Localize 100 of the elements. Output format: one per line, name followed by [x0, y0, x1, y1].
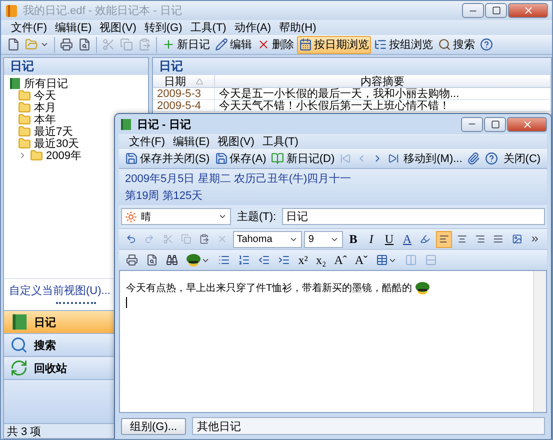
undo-icon: [126, 233, 136, 245]
menu-item[interactable]: 工具(T): [262, 134, 298, 149]
group-field[interactable]: 其他日记: [192, 417, 545, 435]
folder-icon: [18, 88, 31, 102]
script-button[interactable]: x₂: [313, 252, 330, 268]
font-size-button[interactable]: Aˇ: [352, 252, 371, 268]
column-header[interactable]: 日期: [153, 75, 215, 87]
file-icon: [7, 38, 20, 51]
close-icon: [522, 118, 532, 130]
folder-icon: [18, 112, 31, 126]
preview-icon: [78, 38, 91, 51]
tree-item[interactable]: 最近7天: [34, 124, 74, 138]
menu-item[interactable]: 编辑(E): [55, 20, 92, 35]
rows-icon: [424, 254, 437, 266]
paperclip-icon: [467, 152, 480, 165]
printer-icon: [126, 254, 138, 266]
date-text: 2009年5月5日 星期二 农历己丑年(牛)四月十一: [125, 172, 352, 186]
last-icon: [388, 153, 399, 164]
book-icon: [119, 118, 132, 130]
script-button[interactable]: x²: [295, 252, 311, 268]
first-icon: [340, 153, 351, 164]
help-button[interactable]: [483, 150, 500, 168]
format-button[interactable]: B: [345, 230, 362, 248]
font-select[interactable]: Tahoma: [232, 230, 302, 248]
toolbar-button[interactable]: 删除: [255, 36, 296, 54]
printer-icon: [60, 38, 73, 51]
maximize-button[interactable]: [485, 3, 507, 18]
close-icon: [257, 38, 270, 51]
format-button[interactable]: I: [363, 230, 380, 248]
toolbar-button[interactable]: 新日记: [160, 36, 212, 54]
font-color-button[interactable]: A: [399, 230, 416, 248]
font-size-button[interactable]: Aˆ: [331, 252, 350, 268]
folder-icon: [25, 38, 38, 51]
week-text: 第19周 第125天: [125, 189, 204, 203]
tree-item[interactable]: 最近30天: [34, 136, 80, 150]
print-button[interactable]: [58, 36, 75, 54]
expand-icon[interactable]: [18, 150, 27, 160]
format-button[interactable]: U: [381, 230, 398, 248]
tree-item[interactable]: 所有日记: [24, 76, 68, 90]
attach-button[interactable]: [465, 150, 482, 168]
pane-title: 日记: [159, 58, 183, 75]
menu-item[interactable]: 文件(F): [129, 134, 166, 149]
pencil-icon: [215, 38, 228, 51]
caret-icon: [40, 40, 49, 49]
save-button[interactable]: 保存(A): [212, 150, 268, 168]
toolbar-button[interactable]: 编辑: [213, 36, 254, 54]
tree-item[interactable]: 本年: [34, 112, 56, 126]
subject-field[interactable]: 日记: [282, 208, 545, 225]
redo-icon: [144, 233, 155, 245]
binoculars-icon: [166, 254, 178, 266]
menu-item[interactable]: 文件(F): [11, 20, 48, 35]
menu-item[interactable]: 视图(V): [100, 20, 136, 35]
menu-item[interactable]: 工具(T): [190, 20, 226, 35]
table-cell: 2009-5-4: [153, 100, 215, 111]
help-button[interactable]: [478, 36, 495, 54]
align-button[interactable]: [436, 230, 452, 248]
align-icon: [493, 233, 504, 245]
scissors-icon: [102, 38, 115, 51]
menu-item[interactable]: 转到(G): [144, 20, 182, 35]
table-icon: [376, 254, 388, 266]
menu-item[interactable]: 视图(V): [218, 134, 254, 149]
calendar-icon: [299, 38, 312, 51]
maximize-button[interactable]: [484, 116, 506, 132]
copy-icon: [120, 38, 133, 51]
close-button[interactable]: [508, 3, 548, 18]
toolbar-button[interactable]: 搜索: [436, 36, 477, 54]
menu-item[interactable]: 帮助(H): [279, 20, 316, 35]
save-close-button[interactable]: 保存并关闭(S): [123, 150, 212, 168]
menu-item[interactable]: 动作(A): [234, 20, 271, 35]
sort-icon: [196, 78, 203, 84]
editor[interactable]: 今天有点热，早上出来只穿了件T恤衫，带着新买的墨镜，酷酷的: [119, 270, 547, 413]
align-icon: [456, 233, 468, 245]
list-icon: [374, 38, 387, 51]
help-icon: [485, 152, 498, 165]
caret-icon: [218, 212, 227, 221]
scrollbar[interactable]: [533, 271, 546, 412]
sun-icon: [125, 210, 137, 222]
help-icon: [480, 38, 493, 51]
close-button[interactable]: [507, 116, 547, 132]
folder-icon: [18, 136, 31, 150]
tree-item[interactable]: 今天: [34, 88, 56, 102]
new-diary-button[interactable]: 新日记(D): [269, 150, 337, 168]
menu-item[interactable]: 编辑(E): [173, 134, 210, 149]
close-diary-button[interactable]: 关闭(C): [501, 150, 543, 168]
toolbar-button[interactable]: 按日期浏览: [297, 36, 371, 54]
weather-select[interactable]: 晴: [121, 208, 231, 225]
status-text: 共 3 项: [7, 424, 42, 438]
app-icon: [5, 4, 18, 18]
move-to-button[interactable]: 移动到(M)...: [402, 150, 464, 168]
tree-item[interactable]: 本月: [34, 100, 56, 114]
toolbar-button[interactable]: 按组浏览: [372, 36, 435, 54]
outdent-icon: [258, 254, 270, 266]
book-icon: [271, 152, 284, 165]
column-header[interactable]: 内容摘要: [215, 75, 551, 87]
group-button[interactable]: 组别(G)...: [121, 418, 186, 434]
columns-icon: [404, 254, 417, 266]
preview-icon: [146, 254, 158, 266]
tree-item[interactable]: 2009年: [46, 148, 82, 162]
recycle-icon: [10, 359, 28, 377]
font-size-select[interactable]: 9: [304, 230, 344, 248]
